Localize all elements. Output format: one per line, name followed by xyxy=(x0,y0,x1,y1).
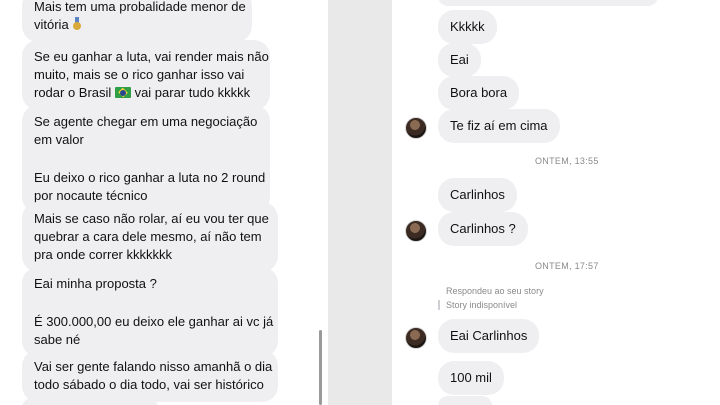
right-chat-panel: Kkkkk Eai Bora bora Te fiz aí em cima ON… xyxy=(392,0,720,405)
message-text: Kkkkk xyxy=(450,19,485,34)
message-line: Se eu ganhar a luta, vai render mais não xyxy=(34,49,269,64)
message-line: É 300.000,00 eu deixo ele ganhar ai vc j… xyxy=(34,314,274,329)
message-bubble[interactable]: 100 mil xyxy=(438,361,504,395)
message-line: vai parar tudo kkkkk xyxy=(134,85,251,100)
contact-avatar[interactable] xyxy=(405,220,427,242)
message-bubble[interactable]: Te fiz aí em cima xyxy=(438,109,560,143)
scrollbar-thumb[interactable] xyxy=(319,330,322,405)
message-line: em valor xyxy=(34,132,84,147)
message-bubble-partial[interactable] xyxy=(22,398,158,405)
message-line: Eai minha proposta ? xyxy=(34,276,157,291)
message-bubble[interactable]: Eai xyxy=(438,43,481,77)
timestamp-divider: ONTEM, 13:55 xyxy=(535,156,599,166)
message-text: Eai Carlinhos xyxy=(450,328,528,343)
message-text: 100 mil xyxy=(450,370,492,385)
message-text: Eai xyxy=(450,52,469,67)
message-line: Eu deixo o rico ganhar a luta no 2 round xyxy=(34,170,266,185)
message-bubble[interactable]: Carlinhos ? xyxy=(438,212,528,246)
story-reference[interactable]: Story indisponível xyxy=(438,300,517,310)
medal-emoji-icon xyxy=(72,17,82,31)
message-text: Carlinhos xyxy=(450,187,505,202)
message-text: Carlinhos ? xyxy=(450,221,516,236)
message-bubble[interactable]: Carlinhos xyxy=(438,178,517,212)
contact-avatar[interactable] xyxy=(405,327,427,349)
message-line: todo sábado o dia todo, vai ser históric… xyxy=(34,377,264,392)
story-reply-note: Respondeu ao seu story xyxy=(446,286,544,296)
message-text: Te fiz aí em cima xyxy=(450,118,548,133)
message-bubble[interactable]: Vai ser gente falando nisso amanhã o dia… xyxy=(22,350,278,402)
message-bubble[interactable]: Bora bora xyxy=(438,76,520,110)
message-bubble-partial[interactable] xyxy=(438,396,492,405)
message-line: Mais se caso não rolar, aí eu vou ter qu… xyxy=(34,211,269,226)
message-line: rodar o Brasil xyxy=(34,85,112,100)
panel-divider xyxy=(328,0,392,405)
message-bubble[interactable]: Kkkkk xyxy=(438,10,497,44)
message-bubble[interactable]: Eai Carlinhos xyxy=(438,319,540,353)
message-line: quebrar a cara dele mesmo, aí não tem xyxy=(34,229,262,244)
message-line: sabe né xyxy=(34,332,81,347)
message-line: vitória xyxy=(34,17,69,32)
message-text: Bora bora xyxy=(450,85,508,100)
message-line: Se agente chegar em uma negociação xyxy=(34,114,258,129)
message-line: pra onde correr kkkkkkk xyxy=(34,247,172,262)
left-chat-panel: Mais tem uma probalidade menor de vitóri… xyxy=(0,0,328,405)
brazil-flag-emoji-icon xyxy=(114,87,131,98)
message-bubble[interactable]: Mais tem uma probalidade menor de vitóri… xyxy=(22,0,252,42)
message-line: Mais tem uma probalidade menor de xyxy=(34,0,246,14)
message-bubble[interactable]: Se agente chegar em uma negociação em va… xyxy=(22,105,270,213)
screenshot-frame: Mais tem uma probalidade menor de vitóri… xyxy=(0,0,720,405)
message-bubble[interactable]: Mais se caso não rolar, aí eu vou ter qu… xyxy=(22,202,278,272)
message-bubble[interactable]: Eai minha proposta ? É 300.000,00 eu dei… xyxy=(22,267,278,357)
contact-avatar[interactable] xyxy=(405,117,427,139)
message-bubble[interactable]: Se eu ganhar a luta, vai render mais não… xyxy=(22,40,270,110)
message-line: muito, mais se o rico ganhar isso vai xyxy=(34,67,245,82)
timestamp-divider: ONTEM, 17:57 xyxy=(535,261,599,271)
message-line: Vai ser gente falando nisso amanhã o dia xyxy=(34,359,273,374)
message-bubble-partial[interactable] xyxy=(438,0,658,6)
